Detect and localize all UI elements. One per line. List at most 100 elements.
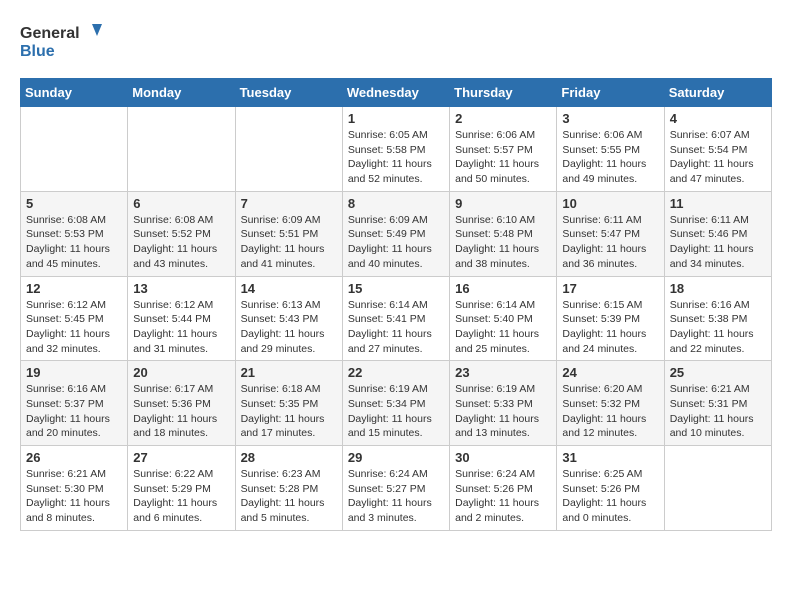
day-number: 19 — [26, 365, 122, 380]
day-info: Sunrise: 6:22 AM Sunset: 5:29 PM Dayligh… — [133, 467, 229, 526]
day-number: 20 — [133, 365, 229, 380]
day-number: 22 — [348, 365, 444, 380]
day-info: Sunrise: 6:25 AM Sunset: 5:26 PM Dayligh… — [562, 467, 658, 526]
day-number: 9 — [455, 196, 551, 211]
svg-text:General: General — [20, 25, 80, 42]
calendar-cell: 30 Sunrise: 6:24 AM Sunset: 5:26 PM Dayli… — [450, 446, 557, 531]
day-number: 25 — [670, 365, 766, 380]
day-info: Sunrise: 6:06 AM Sunset: 5:57 PM Dayligh… — [455, 128, 551, 187]
day-number: 5 — [26, 196, 122, 211]
day-number: 10 — [562, 196, 658, 211]
calendar-cell: 25 Sunrise: 6:21 AM Sunset: 5:31 PM Dayli… — [664, 361, 771, 446]
day-number: 30 — [455, 450, 551, 465]
calendar-cell: 13Sunrise: 6:12 AM Sunset: 5:44 PM Dayli… — [128, 276, 235, 361]
day-info: Sunrise: 6:17 AM Sunset: 5:36 PM Dayligh… — [133, 382, 229, 441]
weekday-header: Wednesday — [342, 79, 449, 107]
day-info: Sunrise: 6:24 AM Sunset: 5:26 PM Dayligh… — [455, 467, 551, 526]
day-number: 15 — [348, 281, 444, 296]
day-info: Sunrise: 6:19 AM Sunset: 5:34 PM Dayligh… — [348, 382, 444, 441]
day-info: Sunrise: 6:16 AM Sunset: 5:37 PM Dayligh… — [26, 382, 122, 441]
day-info: Sunrise: 6:21 AM Sunset: 5:31 PM Dayligh… — [670, 382, 766, 441]
day-number: 1 — [348, 111, 444, 126]
calendar-cell: 5 Sunrise: 6:08 AM Sunset: 5:53 PM Daylig… — [21, 191, 128, 276]
day-info: Sunrise: 6:05 AM Sunset: 5:58 PM Dayligh… — [348, 128, 444, 187]
day-info: Sunrise: 6:12 AM Sunset: 5:45 PM Dayligh… — [26, 298, 122, 357]
calendar-cell: 27 Sunrise: 6:22 AM Sunset: 5:29 PM Dayli… — [128, 446, 235, 531]
day-number: 23 — [455, 365, 551, 380]
day-info: Sunrise: 6:15 AM Sunset: 5:39 PM Dayligh… — [562, 298, 658, 357]
day-number: 24 — [562, 365, 658, 380]
calendar-cell: 22 Sunrise: 6:19 AM Sunset: 5:34 PM Dayli… — [342, 361, 449, 446]
calendar-cell: 29Sunrise: 6:24 AM Sunset: 5:27 PM Dayli… — [342, 446, 449, 531]
day-number: 31 — [562, 450, 658, 465]
day-info: Sunrise: 6:10 AM Sunset: 5:48 PM Dayligh… — [455, 213, 551, 272]
day-info: Sunrise: 6:18 AM Sunset: 5:35 PM Dayligh… — [241, 382, 337, 441]
calendar-cell: 31 Sunrise: 6:25 AM Sunset: 5:26 PM Dayli… — [557, 446, 664, 531]
day-info: Sunrise: 6:09 AM Sunset: 5:49 PM Dayligh… — [348, 213, 444, 272]
calendar-cell: 7Sunrise: 6:09 AM Sunset: 5:51 PM Daylig… — [235, 191, 342, 276]
calendar-cell: 8Sunrise: 6:09 AM Sunset: 5:49 PM Daylig… — [342, 191, 449, 276]
day-info: Sunrise: 6:08 AM Sunset: 5:53 PM Dayligh… — [26, 213, 122, 272]
weekday-header: Monday — [128, 79, 235, 107]
day-number: 11 — [670, 196, 766, 211]
day-info: Sunrise: 6:08 AM Sunset: 5:52 PM Dayligh… — [133, 213, 229, 272]
page-header: GeneralBlue — [20, 20, 772, 62]
calendar-cell: 2 Sunrise: 6:06 AM Sunset: 5:57 PM Daylig… — [450, 107, 557, 192]
day-number: 21 — [241, 365, 337, 380]
svg-text:Blue: Blue — [20, 43, 55, 60]
calendar-cell: 28Sunrise: 6:23 AM Sunset: 5:28 PM Dayli… — [235, 446, 342, 531]
calendar-week-row: 19 Sunrise: 6:16 AM Sunset: 5:37 PM Dayli… — [21, 361, 772, 446]
calendar-cell: 1 Sunrise: 6:05 AM Sunset: 5:58 PM Daylig… — [342, 107, 449, 192]
calendar-week-row: 1 Sunrise: 6:05 AM Sunset: 5:58 PM Daylig… — [21, 107, 772, 192]
day-info: Sunrise: 6:12 AM Sunset: 5:44 PM Dayligh… — [133, 298, 229, 357]
calendar-cell: 21 Sunrise: 6:18 AM Sunset: 5:35 PM Dayli… — [235, 361, 342, 446]
calendar-week-row: 5 Sunrise: 6:08 AM Sunset: 5:53 PM Daylig… — [21, 191, 772, 276]
calendar-cell: 24 Sunrise: 6:20 AM Sunset: 5:32 PM Dayli… — [557, 361, 664, 446]
calendar-cell — [664, 446, 771, 531]
day-info: Sunrise: 6:19 AM Sunset: 5:33 PM Dayligh… — [455, 382, 551, 441]
weekday-header: Friday — [557, 79, 664, 107]
calendar-cell: 9 Sunrise: 6:10 AM Sunset: 5:48 PM Daylig… — [450, 191, 557, 276]
calendar-cell — [235, 107, 342, 192]
calendar-cell: 3 Sunrise: 6:06 AM Sunset: 5:55 PM Daylig… — [557, 107, 664, 192]
day-number: 4 — [670, 111, 766, 126]
day-number: 26 — [26, 450, 122, 465]
logo: GeneralBlue — [20, 20, 105, 62]
calendar-cell: 4 Sunrise: 6:07 AM Sunset: 5:54 PM Daylig… — [664, 107, 771, 192]
calendar-week-row: 26 Sunrise: 6:21 AM Sunset: 5:30 PM Dayli… — [21, 446, 772, 531]
calendar-cell: 19 Sunrise: 6:16 AM Sunset: 5:37 PM Dayli… — [21, 361, 128, 446]
day-number: 14 — [241, 281, 337, 296]
logo-svg: GeneralBlue — [20, 20, 105, 62]
calendar-cell: 6 Sunrise: 6:08 AM Sunset: 5:52 PM Daylig… — [128, 191, 235, 276]
day-number: 16 — [455, 281, 551, 296]
calendar-header-row: SundayMondayTuesdayWednesdayThursdayFrid… — [21, 79, 772, 107]
day-info: Sunrise: 6:07 AM Sunset: 5:54 PM Dayligh… — [670, 128, 766, 187]
day-number: 18 — [670, 281, 766, 296]
calendar-cell: 18 Sunrise: 6:16 AM Sunset: 5:38 PM Dayli… — [664, 276, 771, 361]
day-number: 27 — [133, 450, 229, 465]
calendar-cell: 17 Sunrise: 6:15 AM Sunset: 5:39 PM Dayli… — [557, 276, 664, 361]
day-info: Sunrise: 6:21 AM Sunset: 5:30 PM Dayligh… — [26, 467, 122, 526]
day-info: Sunrise: 6:11 AM Sunset: 5:47 PM Dayligh… — [562, 213, 658, 272]
weekday-header: Tuesday — [235, 79, 342, 107]
day-number: 2 — [455, 111, 551, 126]
day-number: 29 — [348, 450, 444, 465]
calendar-cell: 20 Sunrise: 6:17 AM Sunset: 5:36 PM Dayli… — [128, 361, 235, 446]
day-number: 17 — [562, 281, 658, 296]
day-info: Sunrise: 6:13 AM Sunset: 5:43 PM Dayligh… — [241, 298, 337, 357]
day-info: Sunrise: 6:16 AM Sunset: 5:38 PM Dayligh… — [670, 298, 766, 357]
calendar-cell: 15 Sunrise: 6:14 AM Sunset: 5:41 PM Dayli… — [342, 276, 449, 361]
day-info: Sunrise: 6:14 AM Sunset: 5:41 PM Dayligh… — [348, 298, 444, 357]
day-info: Sunrise: 6:11 AM Sunset: 5:46 PM Dayligh… — [670, 213, 766, 272]
weekday-header: Sunday — [21, 79, 128, 107]
weekday-header: Thursday — [450, 79, 557, 107]
weekday-header: Saturday — [664, 79, 771, 107]
calendar-cell: 26 Sunrise: 6:21 AM Sunset: 5:30 PM Dayli… — [21, 446, 128, 531]
day-number: 12 — [26, 281, 122, 296]
day-number: 6 — [133, 196, 229, 211]
day-number: 3 — [562, 111, 658, 126]
calendar-cell — [128, 107, 235, 192]
day-number: 7 — [241, 196, 337, 211]
day-info: Sunrise: 6:06 AM Sunset: 5:55 PM Dayligh… — [562, 128, 658, 187]
day-info: Sunrise: 6:20 AM Sunset: 5:32 PM Dayligh… — [562, 382, 658, 441]
